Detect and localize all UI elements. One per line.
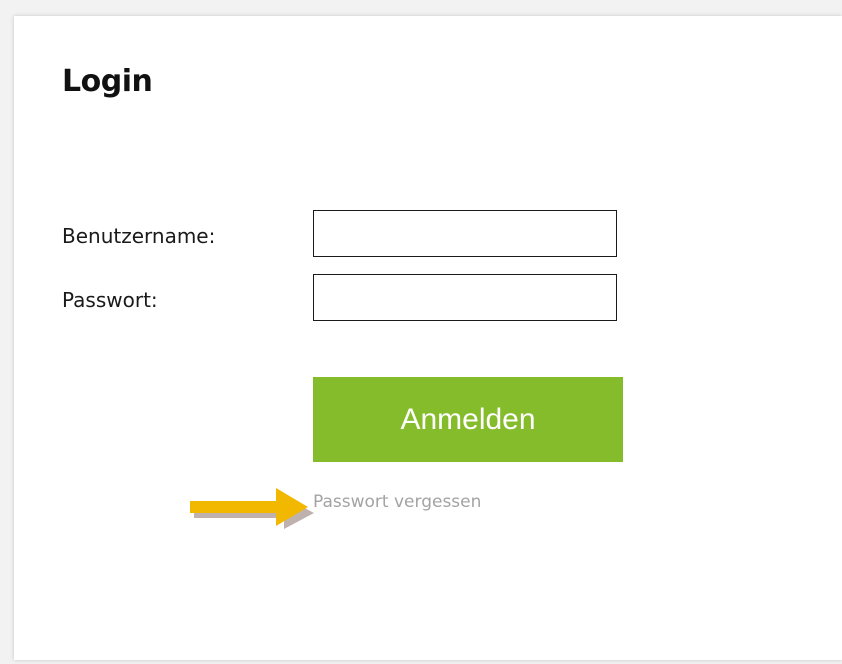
username-input[interactable] xyxy=(313,210,617,257)
username-label: Benutzername: xyxy=(62,224,216,248)
arrow-right-icon xyxy=(190,488,314,529)
password-input[interactable] xyxy=(313,274,617,321)
login-button[interactable]: Anmelden xyxy=(313,377,623,462)
login-panel: Login Benutzername: Passwort: Anmelden P… xyxy=(14,16,842,660)
password-label: Passwort: xyxy=(62,288,158,312)
forgot-password-link[interactable]: Passwort vergessen xyxy=(313,492,481,512)
page: Login Benutzername: Passwort: Anmelden P… xyxy=(0,0,842,664)
page-title: Login xyxy=(62,64,153,99)
